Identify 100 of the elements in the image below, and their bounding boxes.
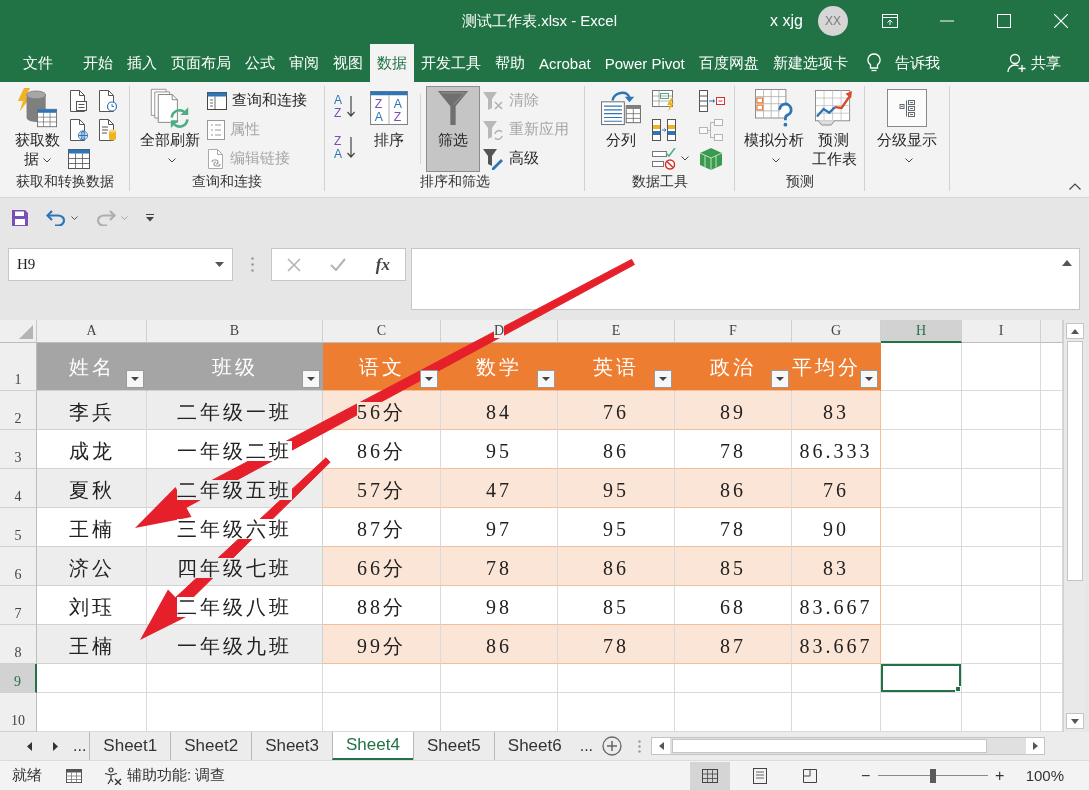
ribbon-tab[interactable]: 公式 bbox=[238, 44, 282, 82]
column-header[interactable]: A bbox=[37, 320, 147, 343]
table-cell: 78 bbox=[675, 430, 792, 469]
accessibility-icon bbox=[104, 766, 122, 785]
table-cell: 86 bbox=[558, 547, 675, 586]
scroll-left-button[interactable] bbox=[652, 738, 671, 754]
caret-down-icon bbox=[542, 377, 550, 381]
get-data-button[interactable]: 获取数据 bbox=[8, 86, 66, 172]
column-header[interactable]: C bbox=[323, 320, 441, 343]
scroll-down-button[interactable] bbox=[1065, 713, 1084, 729]
scrollbar-thumb[interactable] bbox=[1066, 341, 1083, 581]
grid-question-icon bbox=[755, 89, 793, 127]
table-cell: 97 bbox=[441, 508, 558, 547]
row-header[interactable]: 4 bbox=[0, 469, 37, 508]
horizontal-scrollbar[interactable] bbox=[651, 737, 1046, 755]
text-to-columns-button[interactable]: 分列 bbox=[597, 86, 645, 172]
ribbon-tab[interactable]: 开始 bbox=[76, 44, 120, 82]
page-break-icon bbox=[802, 768, 817, 783]
column-header[interactable]: B bbox=[147, 320, 323, 343]
collapse-ribbon-button[interactable] bbox=[1069, 183, 1081, 190]
caret-up-icon[interactable] bbox=[1062, 260, 1072, 266]
fill-handle[interactable] bbox=[955, 686, 961, 692]
table-cell: 83.667 bbox=[792, 586, 881, 625]
filter-dropdown-button[interactable] bbox=[302, 370, 320, 388]
chevron-down-icon bbox=[121, 216, 128, 220]
filter-dropdown-button[interactable] bbox=[126, 370, 144, 388]
window-title: 测试工作表.xlsx - Excel bbox=[462, 11, 617, 31]
scrollbar-thumb[interactable] bbox=[672, 739, 988, 753]
filter-button[interactable]: 筛选 bbox=[426, 86, 480, 172]
ribbon-tab[interactable]: Power Pivot bbox=[597, 44, 692, 82]
what-if-analysis-button[interactable]: 模拟分析 bbox=[741, 86, 807, 172]
spreadsheet-icon[interactable] bbox=[66, 768, 82, 783]
ribbon-tab[interactable]: 百度网盘 bbox=[691, 44, 766, 82]
queries-connections-button[interactable]: 查询和连接 bbox=[207, 86, 307, 115]
sheet-tab[interactable]: Sheet4 bbox=[332, 732, 413, 760]
filter-dropdown-button[interactable] bbox=[654, 370, 672, 388]
vertical-scrollbar[interactable] bbox=[1063, 320, 1085, 732]
filter-dropdown-button[interactable] bbox=[860, 370, 878, 388]
advanced-filter-button[interactable]: 高级 bbox=[482, 144, 569, 173]
row-header[interactable]: 6 bbox=[0, 547, 37, 586]
document-cylinder-icon bbox=[97, 118, 117, 141]
caret-left-icon bbox=[658, 742, 664, 750]
column-header[interactable]: H bbox=[881, 320, 962, 343]
caret-down-icon[interactable] bbox=[215, 262, 224, 267]
ribbon-tab[interactable]: 审阅 bbox=[282, 44, 326, 82]
row-header[interactable]: 1 bbox=[0, 343, 37, 391]
zoom-slider-thumb[interactable] bbox=[929, 768, 936, 783]
column-header[interactable]: F bbox=[675, 320, 792, 343]
row-header[interactable]: 3 bbox=[0, 430, 37, 469]
ribbon-tab[interactable]: Acrobat bbox=[532, 44, 598, 82]
row-header[interactable]: 7 bbox=[0, 586, 37, 625]
column-header[interactable]: I bbox=[962, 320, 1041, 343]
filter-dropdown-button[interactable] bbox=[771, 370, 789, 388]
table-cell: 成龙 bbox=[37, 430, 147, 469]
row-header[interactable]: 2 bbox=[0, 391, 37, 430]
ribbon-tab[interactable]: 视图 bbox=[326, 44, 370, 82]
table-cell: 78 bbox=[675, 508, 792, 547]
table-cell: 86分 bbox=[323, 430, 441, 469]
scroll-up-button[interactable] bbox=[1065, 323, 1084, 339]
table-cell: 86 bbox=[558, 430, 675, 469]
more-sheets-button[interactable]: ... bbox=[576, 732, 597, 760]
share-button[interactable]: 共享 bbox=[1007, 44, 1061, 82]
ribbon-tab[interactable]: 页面布局 bbox=[164, 44, 238, 82]
sort-button[interactable]: Z A A Z 排序 bbox=[363, 86, 415, 172]
ribbon-tab[interactable]: 插入 bbox=[120, 44, 164, 82]
group-label: 获取和转换数据 bbox=[15, 172, 114, 191]
tell-me-button[interactable]: 告诉我 bbox=[866, 44, 940, 82]
row-header[interactable]: 10 bbox=[0, 693, 37, 732]
ribbon-tab[interactable]: 文件 bbox=[0, 44, 76, 82]
outline-button[interactable]: 分级显示 bbox=[873, 86, 941, 172]
row-header[interactable]: 8 bbox=[0, 625, 37, 664]
scroll-right-button[interactable] bbox=[1026, 738, 1045, 754]
normal-view-button[interactable] bbox=[689, 761, 730, 790]
caret-down-icon bbox=[865, 377, 873, 381]
filter-dropdown-button[interactable] bbox=[537, 370, 555, 388]
table-cell: 83.667 bbox=[792, 625, 881, 664]
forecast-sheet-button[interactable]: 预测工作表 bbox=[809, 86, 859, 172]
ribbon-tab[interactable]: 数据 bbox=[370, 44, 414, 82]
table-grid-icon bbox=[68, 148, 90, 169]
more-sheets-button[interactable]: ... bbox=[70, 732, 90, 760]
zoom-in-button[interactable]: + bbox=[993, 766, 1006, 785]
formula-input[interactable] bbox=[411, 248, 1080, 310]
ribbon-tab[interactable]: 帮助 bbox=[488, 44, 532, 82]
accessibility-button[interactable]: 辅助功能: 调查 bbox=[104, 766, 226, 785]
filter-dropdown-button[interactable] bbox=[420, 370, 438, 388]
column-header[interactable]: G bbox=[792, 320, 881, 343]
name-box[interactable]: H9 bbox=[8, 248, 233, 281]
zoom-out-button[interactable]: − bbox=[859, 766, 872, 785]
refresh-all-button[interactable]: 全部刷新 bbox=[136, 86, 204, 172]
ribbon-tab[interactable]: 新建选项卡 bbox=[765, 44, 855, 82]
vertical-dots-icon[interactable] bbox=[638, 739, 642, 753]
row-header[interactable]: 9 bbox=[0, 664, 37, 693]
table-cell: 四年级七班 bbox=[147, 547, 323, 586]
table-cell: 47 bbox=[441, 469, 558, 508]
page-icon bbox=[752, 767, 767, 784]
ribbon-tab[interactable]: 开发工具 bbox=[414, 44, 488, 82]
column-header[interactable]: E bbox=[558, 320, 675, 343]
row-header[interactable]: 5 bbox=[0, 508, 37, 547]
active-cell[interactable] bbox=[881, 664, 962, 693]
check-icon bbox=[330, 258, 347, 271]
